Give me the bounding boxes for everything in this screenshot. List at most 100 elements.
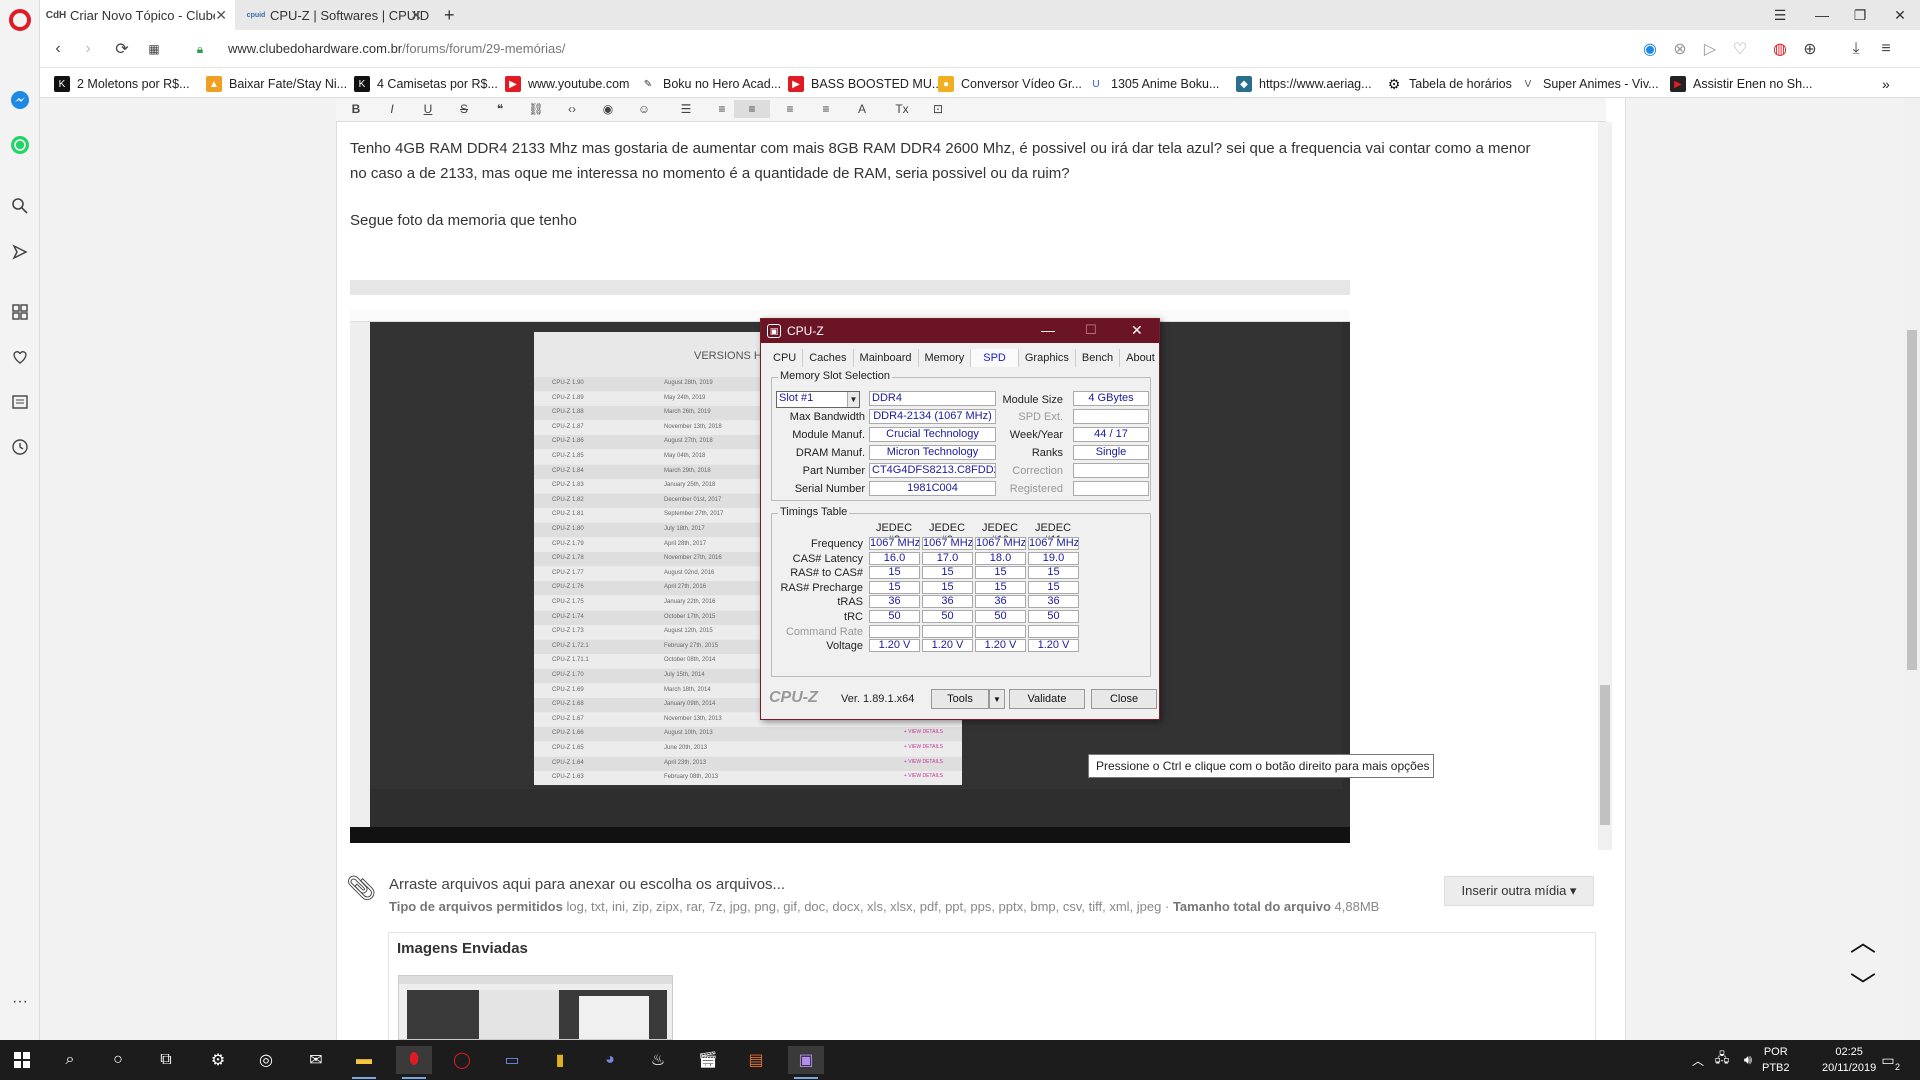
search-icon[interactable]: ⌕ (52, 1046, 88, 1074)
insert-media-button[interactable]: Inserir outra mídia ▾ (1444, 876, 1594, 906)
download-circle-icon[interactable]: ⊕ (1800, 39, 1820, 59)
news-icon[interactable] (8, 390, 32, 414)
send-icon[interactable]: ▷ (1700, 39, 1720, 59)
more-bookmarks-icon[interactable]: » (1882, 75, 1890, 93)
steam-icon[interactable]: ♨ (640, 1046, 676, 1074)
messenger-icon[interactable] (8, 88, 32, 112)
close-window-icon[interactable]: ✕ (1880, 4, 1920, 26)
easy-setup-icon[interactable]: ≡ (1876, 39, 1896, 59)
tab-spd[interactable]: SPD (971, 349, 1019, 367)
bullet-list-icon[interactable]: ☰ (676, 100, 696, 118)
tools-button[interactable]: Tools (931, 689, 989, 709)
maximize-icon[interactable]: ☐ (1085, 322, 1097, 338)
clock[interactable]: 02:25 20/11/2019 (1822, 1044, 1876, 1076)
close-button[interactable]: Close (1091, 689, 1157, 709)
tab-about[interactable]: About (1120, 349, 1161, 367)
search-icon[interactable] (8, 194, 32, 218)
mail-icon[interactable]: ✉ (298, 1046, 334, 1074)
attach-dropzone-text[interactable]: Arraste arquivos aqui para anexar ou esc… (389, 876, 785, 893)
tab-grid-icon[interactable]: ▦ (144, 39, 164, 59)
bookmark-item[interactable]: ▶ Assistir Enen no Sh... (1670, 75, 1813, 93)
discord-icon[interactable]: ◕ (592, 1046, 628, 1074)
opera-taskbar-icon[interactable]: ⬮ (396, 1046, 432, 1079)
post-text-line3[interactable]: Segue foto da memoria que tenho (350, 208, 1590, 233)
forward-icon[interactable]: › (78, 39, 98, 59)
chevron-down-icon[interactable]: ▼ (847, 392, 859, 407)
strikethrough-icon[interactable]: S (454, 100, 474, 118)
adblock-icon[interactable]: ⊗ (1670, 39, 1690, 59)
gear-icon[interactable]: ⚙ (200, 1046, 236, 1074)
bookmark-item[interactable]: K2 Moletons por R$... (54, 75, 190, 93)
speed-dial-icon[interactable] (8, 300, 32, 324)
italic-icon[interactable]: I (382, 100, 402, 118)
scroll-down-chevron-icon[interactable]: ﹀ (1850, 966, 1876, 1003)
tab-graphics[interactable]: Graphics (1019, 349, 1076, 367)
bar-chart-app-icon[interactable]: ▮ (542, 1046, 578, 1074)
spoiler-icon[interactable]: ◉ (598, 100, 618, 118)
close-icon[interactable]: ✕ (215, 7, 227, 24)
back-icon[interactable]: ‹ (48, 39, 68, 59)
volume-icon[interactable]: 🔊︎ (1730, 1046, 1766, 1074)
bookmark-item[interactable]: U 1305 Anime Boku... (1088, 75, 1219, 93)
emoji-icon[interactable]: ☺ (634, 100, 654, 118)
bookmark-item[interactable]: K4 Camisetas por R$... (354, 75, 498, 93)
post-text-line1[interactable]: Tenho 4GB RAM DDR4 2133 Mhz mas gostaria… (350, 136, 1590, 161)
opera-logo-icon[interactable] (8, 8, 32, 32)
quote-icon[interactable]: ❝ (490, 100, 510, 118)
file-explorer-icon[interactable]: ▬ (346, 1046, 382, 1079)
code-icon[interactable]: ‹› (562, 100, 582, 118)
restore-icon[interactable]: ❐ (1840, 4, 1880, 26)
bookmark-item[interactable]: ✎ Boku no Hero Acad... (640, 75, 781, 93)
tab-caches[interactable]: Caches (803, 349, 854, 367)
tab-menu-icon[interactable]: ☰ (1760, 4, 1800, 26)
more-dots-icon[interactable]: ··· (8, 990, 32, 1014)
bookmark-item[interactable]: V Super Animes - Viv... (1520, 75, 1659, 93)
video-editor-icon[interactable]: 🎬︎ (690, 1046, 726, 1074)
camera-icon[interactable]: ◉ (1640, 39, 1660, 59)
source-icon[interactable]: ⊡ (928, 100, 948, 118)
notification-center-icon[interactable]: ▭ 2 (1870, 1046, 1906, 1074)
windows-start-icon[interactable] (4, 1046, 40, 1074)
bookmark-item[interactable]: ◆ https://www.aeriag... (1236, 75, 1372, 93)
cortana-icon[interactable]: ○ (100, 1046, 136, 1074)
post-text-line2[interactable]: no caso a de 2133, mas oque me interessa… (350, 161, 1590, 186)
language-indicator[interactable]: POR PTB2 (1762, 1044, 1790, 1076)
flag-app-icon[interactable]: ▤ (738, 1046, 774, 1074)
page-scrollbar-thumb[interactable] (1907, 330, 1917, 670)
tab-cpuz[interactable]: cpuid CPU-Z | Softwares | CPUID ✕ (240, 0, 430, 30)
bookmark-item[interactable]: ● Conversor Vídeo Gr... (938, 75, 1082, 93)
target-app-icon[interactable]: ◎ (248, 1046, 284, 1074)
whatsapp-icon[interactable] (8, 133, 32, 157)
align-right-icon[interactable]: ≡ (816, 100, 836, 118)
tab-cpu[interactable]: CPU (767, 349, 804, 367)
opera-extension-icon[interactable]: ◍ (1770, 39, 1790, 59)
scroll-up-chevron-icon[interactable]: ︿ (1850, 922, 1876, 959)
tab-mainboard[interactable]: Mainboard (854, 349, 919, 367)
reload-icon[interactable]: ⟳ (112, 39, 132, 59)
task-view-icon[interactable]: ⧉ (148, 1046, 184, 1074)
cpuz-taskbar-icon[interactable]: ▣ (788, 1046, 824, 1079)
font-color-icon[interactable]: A (852, 100, 872, 118)
clear-format-icon[interactable]: Tx (892, 100, 912, 118)
heart-icon[interactable] (8, 345, 32, 369)
tab-bench[interactable]: Bench (1076, 349, 1121, 367)
downloads-icon[interactable]: ⤓ (1846, 39, 1866, 59)
minimize-icon[interactable]: — (1802, 4, 1842, 26)
history-clock-icon[interactable] (8, 435, 32, 459)
monitor-app-icon[interactable]: ▭ (494, 1046, 530, 1074)
bold-icon[interactable]: B (346, 100, 366, 118)
minimize-icon[interactable]: — (1041, 322, 1055, 338)
close-icon[interactable]: ✕ (410, 7, 422, 24)
cpuz-window[interactable]: ▣ CPU-Z — ☐ ✕ CPU Caches Mainboard Memor… (760, 318, 1160, 720)
link-icon[interactable]: ⛓ (526, 100, 546, 118)
align-left-icon[interactable]: ≡ (734, 100, 770, 118)
bookmark-item[interactable]: ▶ BASS BOOSTED MU... (788, 75, 942, 93)
url-field[interactable]: www.clubedohardware.com.br/forums/forum/… (228, 41, 565, 56)
editor-scrollbar-thumb[interactable] (1600, 685, 1610, 825)
close-icon[interactable]: ✕ (1131, 322, 1143, 339)
uploaded-image-thumbnail[interactable] (398, 975, 673, 1040)
cpuz-title-bar[interactable]: ▣ CPU-Z — ☐ ✕ (761, 319, 1159, 343)
numbered-list-icon[interactable]: ≡ (712, 100, 732, 118)
new-tab-button[interactable]: + (436, 0, 466, 30)
opera-gx-icon[interactable]: ◯ (444, 1046, 480, 1074)
